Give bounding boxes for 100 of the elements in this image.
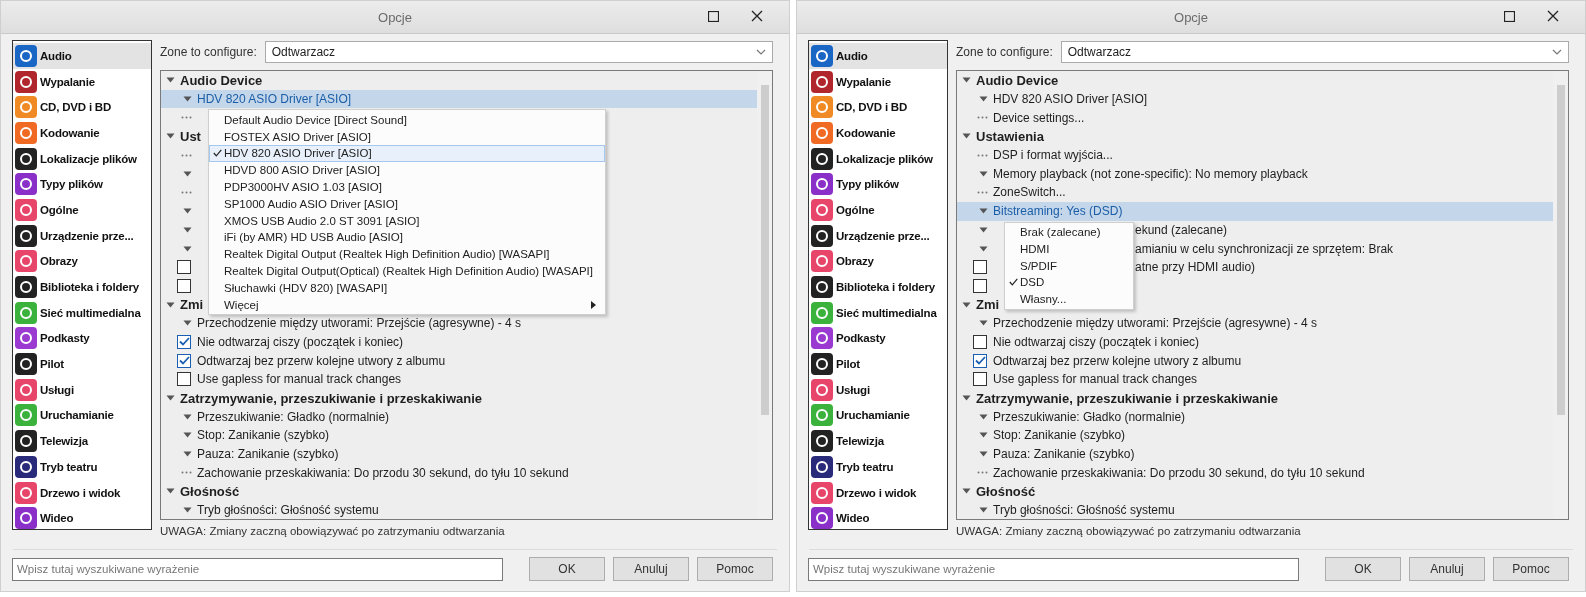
menu-item[interactable]: Default Audio Device [Direct Sound]: [209, 111, 605, 129]
expand-arrow-icon[interactable]: [979, 413, 988, 420]
checkbox[interactable]: [177, 260, 191, 275]
expand-arrow-icon[interactable]: [962, 395, 971, 402]
category-item[interactable]: Telewizja: [13, 428, 151, 454]
zone-dropdown[interactable]: Odtwarzacz: [1060, 41, 1569, 63]
category-item[interactable]: Wypalanie: [809, 68, 947, 95]
expand-arrow-icon[interactable]: [183, 170, 192, 177]
category-item[interactable]: Sieć multimedialna: [809, 299, 947, 326]
category-item[interactable]: Lokalizacje plików: [809, 145, 947, 172]
checkbox[interactable]: [973, 372, 987, 387]
menu-item[interactable]: Własny...: [1005, 290, 1133, 308]
expand-arrow-icon[interactable]: [979, 507, 988, 514]
checkbox[interactable]: [177, 353, 191, 368]
category-item[interactable]: Uruchamianie: [809, 402, 947, 429]
category-item[interactable]: Urządzenie prze...: [13, 222, 151, 249]
expand-arrow-icon[interactable]: [183, 507, 192, 514]
dialog-button[interactable]: Anuluj: [613, 557, 689, 581]
menu-item[interactable]: HDMI: [1005, 240, 1133, 258]
category-item[interactable]: Biblioteka i foldery: [809, 274, 947, 300]
dialog-button[interactable]: Anuluj: [1409, 557, 1485, 581]
category-item[interactable]: Tryb teatru: [13, 454, 151, 480]
category-item[interactable]: Typy plików: [13, 171, 151, 198]
category-item[interactable]: Wideo: [13, 505, 151, 532]
expand-arrow-icon[interactable]: [979, 432, 988, 439]
category-item[interactable]: Ogólne: [13, 197, 151, 223]
menu-item[interactable]: XMOS USB Audio 2.0 ST 3091 [ASIO]: [209, 212, 605, 229]
checkbox[interactable]: [177, 372, 191, 387]
expand-arrow-icon[interactable]: [979, 245, 988, 252]
expand-arrow-icon[interactable]: [183, 320, 192, 327]
menu-item[interactable]: iFi (by AMR) HD USB Audio [ASIO]: [209, 228, 605, 246]
dialog-button[interactable]: Pomoc: [697, 557, 773, 581]
expand-arrow-icon[interactable]: [183, 245, 192, 252]
category-item[interactable]: Wideo: [809, 505, 947, 532]
expand-arrow-icon[interactable]: [979, 451, 988, 458]
category-item[interactable]: Usługi: [13, 376, 151, 403]
dialog-button[interactable]: OK: [1325, 557, 1401, 581]
expand-arrow-icon[interactable]: [166, 77, 175, 84]
expand-arrow-icon[interactable]: [183, 451, 192, 458]
checkbox[interactable]: [973, 260, 987, 275]
dialog-button[interactable]: OK: [529, 557, 605, 581]
expand-arrow-icon[interactable]: [166, 395, 175, 402]
category-item[interactable]: CD, DVD i BD: [13, 94, 151, 121]
menu-item[interactable]: Więcej: [209, 296, 605, 313]
category-item[interactable]: Sieć multimedialna: [13, 299, 151, 326]
expand-arrow-icon[interactable]: [166, 301, 175, 308]
menu-item[interactable]: PDP3000HV ASIO 1.03 [ASIO]: [209, 178, 605, 196]
expand-arrow-icon[interactable]: [183, 226, 192, 233]
expand-arrow-icon[interactable]: [183, 96, 192, 103]
category-item[interactable]: Telewizja: [809, 428, 947, 454]
category-item[interactable]: Podkasty: [13, 325, 151, 352]
category-item[interactable]: Kodowanie: [13, 120, 151, 146]
category-item[interactable]: Audio: [809, 43, 947, 69]
expand-arrow-icon[interactable]: [962, 488, 971, 495]
expand-arrow-icon[interactable]: [183, 432, 192, 439]
menu-item[interactable]: S/PDIF: [1005, 257, 1133, 274]
menu-item[interactable]: SP1000 Audio ASIO Driver [ASIO]: [209, 195, 605, 213]
menu-item[interactable]: HDVD 800 ASIO Driver [ASIO]: [209, 161, 605, 179]
category-item[interactable]: Usługi: [809, 376, 947, 403]
category-item[interactable]: Ogólne: [809, 197, 947, 223]
expand-arrow-icon[interactable]: [962, 133, 971, 140]
category-item[interactable]: Audio: [13, 43, 151, 69]
expand-arrow-icon[interactable]: [183, 413, 192, 420]
expand-arrow-icon[interactable]: [962, 301, 971, 308]
expand-arrow-icon[interactable]: [979, 170, 988, 177]
expand-arrow-icon[interactable]: [962, 77, 971, 84]
category-item[interactable]: Drzewo i widok: [809, 479, 947, 506]
dialog-button[interactable]: Pomoc: [1493, 557, 1569, 581]
category-item[interactable]: CD, DVD i BD: [809, 94, 947, 121]
category-item[interactable]: Urządzenie prze...: [809, 222, 947, 249]
category-item[interactable]: Biblioteka i foldery: [13, 274, 151, 300]
selected-row[interactable]: Bitstreaming: Yes (DSD): [957, 201, 1553, 221]
category-item[interactable]: Wypalanie: [13, 68, 151, 95]
category-item[interactable]: Lokalizacje plików: [13, 145, 151, 172]
selected-row[interactable]: HDV 820 ASIO Driver [ASIO]: [161, 89, 757, 109]
checkbox[interactable]: [973, 278, 987, 293]
search-field[interactable]: Wpisz tutaj wyszukiwane wyrażenie: [12, 557, 503, 581]
category-item[interactable]: Obrazy: [809, 248, 947, 275]
category-item[interactable]: Podkasty: [809, 325, 947, 352]
category-item[interactable]: Obrazy: [13, 248, 151, 275]
menu-item[interactable]: Realtek Digital Output (Realtek High Definition Audio) [WASAPI]: [209, 245, 605, 263]
category-item[interactable]: Tryb teatru: [809, 454, 947, 480]
category-item[interactable]: Kodowanie: [809, 120, 947, 146]
category-item[interactable]: Drzewo i widok: [13, 479, 151, 506]
checkbox[interactable]: [177, 334, 191, 349]
checkbox[interactable]: [973, 353, 987, 368]
expand-arrow-icon[interactable]: [166, 133, 175, 140]
menu-item[interactable]: Brak (zalecane): [1005, 223, 1133, 241]
expand-arrow-icon[interactable]: [979, 208, 988, 215]
category-item[interactable]: Typy plików: [809, 171, 947, 198]
checkbox[interactable]: [177, 278, 191, 293]
menu-item[interactable]: FOSTEX ASIO Driver [ASIO]: [209, 128, 605, 145]
category-item[interactable]: Uruchamianie: [13, 402, 151, 429]
expand-arrow-icon[interactable]: [166, 488, 175, 495]
category-item[interactable]: Pilot: [809, 351, 947, 377]
category-item[interactable]: Pilot: [13, 351, 151, 377]
expand-arrow-icon[interactable]: [183, 208, 192, 215]
zone-dropdown[interactable]: Odtwarzacz: [264, 41, 773, 63]
expand-arrow-icon[interactable]: [979, 96, 988, 103]
menu-item[interactable]: Słuchawki (HDV 820) [WASAPI]: [209, 279, 605, 297]
